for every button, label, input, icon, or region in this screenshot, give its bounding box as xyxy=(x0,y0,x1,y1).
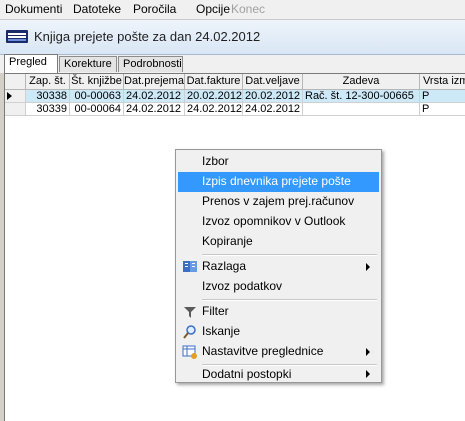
grid-cell[interactable]: P xyxy=(420,90,465,103)
column-header[interactable]: Vrsta izmen xyxy=(420,74,465,90)
grid-cell[interactable]: 20.02.2012 xyxy=(243,90,303,103)
grid-cell[interactable]: 00-00064 xyxy=(70,103,124,116)
ctx-item-iskanje[interactable]: Iskanje xyxy=(178,322,379,342)
ctx-item-label: Dodatni postopki xyxy=(202,367,292,381)
magnifier-icon xyxy=(182,324,198,340)
submenu-arrow-icon xyxy=(366,263,370,271)
grid-cell[interactable]: P xyxy=(420,103,465,116)
window-title: Knjiga prejete pošte za dan 24.02.2012 xyxy=(34,29,261,44)
ctx-item-izvoz-opomnikov[interactable]: Izvoz opomnikov v Outlook xyxy=(178,212,379,232)
grid-cell[interactable]: 24.02.2012 xyxy=(185,103,243,116)
tab-pregled[interactable]: Pregled xyxy=(4,54,58,73)
ctx-item-label: Iskanje xyxy=(202,324,241,338)
grid-cell[interactable]: Rač. št. 12-300-00665 xyxy=(303,90,420,103)
ctx-item-label: Izpis dnevnika prejete pošte xyxy=(202,174,351,188)
grid-cell[interactable]: 20.02.2012 xyxy=(185,90,243,103)
menu-opcije[interactable]: Opcije xyxy=(196,2,230,17)
row-indicator-cell xyxy=(5,103,26,116)
app-logo-icon xyxy=(6,30,28,43)
row-indicator-cell xyxy=(5,90,26,103)
column-header[interactable]: Dat.fakture xyxy=(185,74,243,90)
grid-cell[interactable]: 24.02.2012 xyxy=(243,103,303,116)
ctx-item-kopiranje[interactable]: Kopiranje xyxy=(178,232,379,252)
context-menu: Izbor Izpis dnevnika prejete pošte Preno… xyxy=(175,149,382,383)
submenu-arrow-icon xyxy=(366,370,370,378)
tab-strip: Pregled Korekture Podrobnosti xyxy=(0,54,465,73)
ctx-item-label: Razlaga xyxy=(202,259,247,273)
window-titlebar: Knjiga prejete pošte za dan 24.02.2012 xyxy=(0,20,465,55)
tab-podrobnosti[interactable]: Podrobnosti xyxy=(118,56,183,72)
grid-settings-icon xyxy=(182,344,198,360)
column-header[interactable]: Dat.prejema xyxy=(124,74,185,90)
submenu-arrow-icon xyxy=(366,348,370,356)
ctx-item-nastavitve[interactable]: Nastavitve preglednice xyxy=(178,342,379,362)
ctx-item-label: Nastavitve preglednice xyxy=(202,344,324,358)
grid-cell[interactable]: 24.02.2012 xyxy=(124,90,185,103)
ctx-item-filter[interactable]: Filter xyxy=(178,302,379,322)
menu-bar: Dokumenti Datoteke Poročila Opcije Konec xyxy=(0,0,465,20)
ctx-item-izbor[interactable]: Izbor xyxy=(178,152,379,172)
menu-separator xyxy=(202,299,377,301)
tab-label: Korekture xyxy=(64,58,112,70)
menu-konec: Konec xyxy=(231,2,266,16)
column-header[interactable]: Zap. št. xyxy=(26,74,70,90)
menu-dokumenti[interactable]: Dokumenti xyxy=(5,2,62,17)
tab-label: Pregled xyxy=(9,56,47,68)
ctx-item-izpis-dnevnika[interactable]: Izpis dnevnika prejete pošte xyxy=(178,172,379,192)
grid-cell[interactable]: 00-00063 xyxy=(70,90,124,103)
column-header[interactable]: Št. knjižbe xyxy=(70,74,124,90)
ctx-item-razlaga[interactable]: Razlaga xyxy=(178,257,379,277)
menu-separator xyxy=(202,254,377,256)
ctx-item-label: Prenos v zajem prej.računov xyxy=(202,194,355,208)
tab-label: Podrobnosti xyxy=(123,58,182,70)
grid-cell[interactable] xyxy=(303,103,420,116)
ctx-item-prenos[interactable]: Prenos v zajem prej.računov xyxy=(178,192,379,212)
ctx-item-label: Filter xyxy=(202,304,229,318)
grid-cell[interactable]: 24.02.2012 xyxy=(124,103,185,116)
menu-datoteke[interactable]: Datoteke xyxy=(73,2,121,17)
ctx-item-label: Izvoz opomnikov v Outlook xyxy=(202,214,346,228)
ctx-item-label: Izbor xyxy=(202,154,229,168)
ctx-item-label: Izvoz podatkov xyxy=(202,279,283,293)
column-header[interactable]: Dat.veljave xyxy=(243,74,303,90)
ctx-item-label: Kopiranje xyxy=(202,234,253,248)
grid-cell[interactable]: 30339 xyxy=(26,103,70,116)
grid-cell[interactable]: 30338 xyxy=(26,90,70,103)
funnel-icon xyxy=(182,304,198,320)
ctx-item-izvoz-podatkov[interactable]: Izvoz podatkov xyxy=(178,277,379,297)
menu-porocila[interactable]: Poročila xyxy=(133,2,176,17)
row-header-corner xyxy=(5,74,26,90)
column-header[interactable]: Zadeva xyxy=(303,74,420,90)
help-book-icon xyxy=(182,259,198,275)
tab-korekture[interactable]: Korekture xyxy=(59,56,117,72)
current-row-arrow-icon xyxy=(7,92,12,100)
ctx-item-dodatni-postopki[interactable]: Dodatni postopki xyxy=(178,366,379,382)
